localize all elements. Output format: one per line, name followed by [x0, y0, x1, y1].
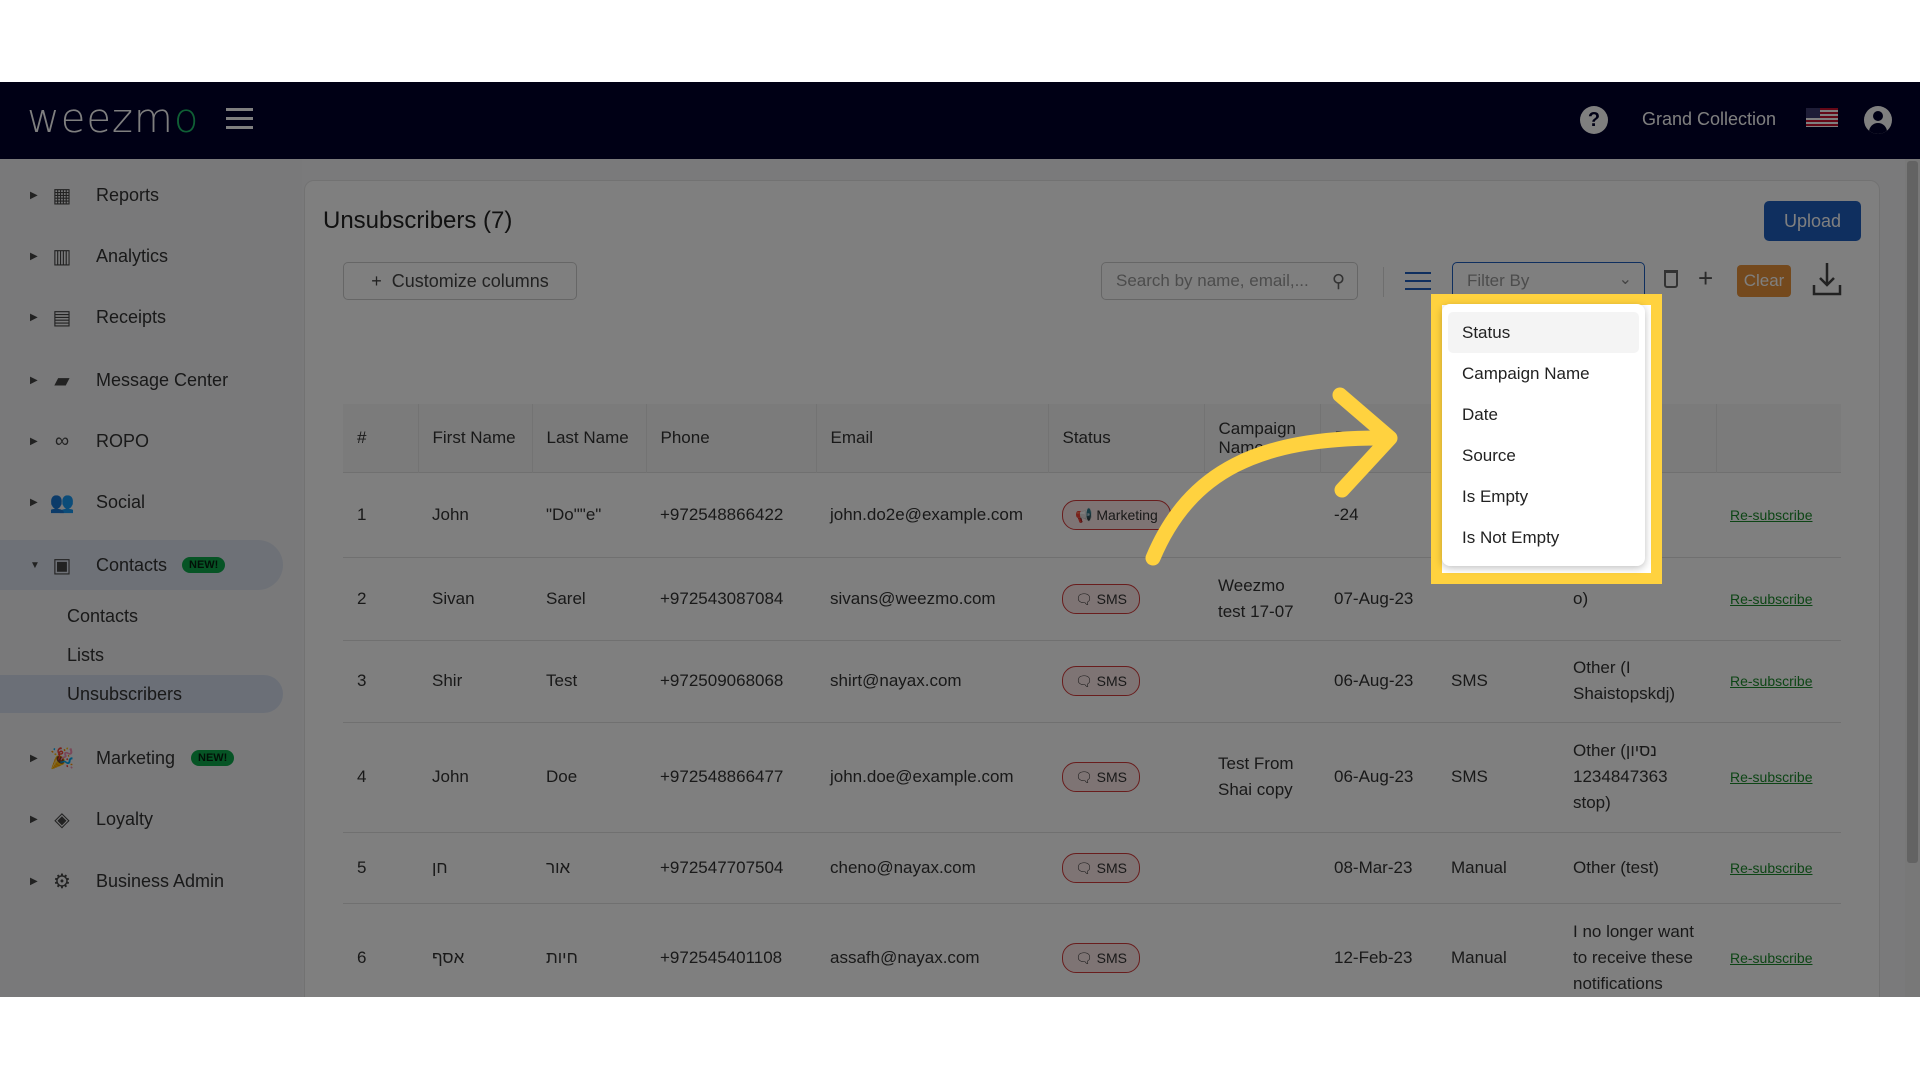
annotation-arrow-icon [1145, 387, 1398, 566]
bottom-margin [0, 997, 1920, 1080]
